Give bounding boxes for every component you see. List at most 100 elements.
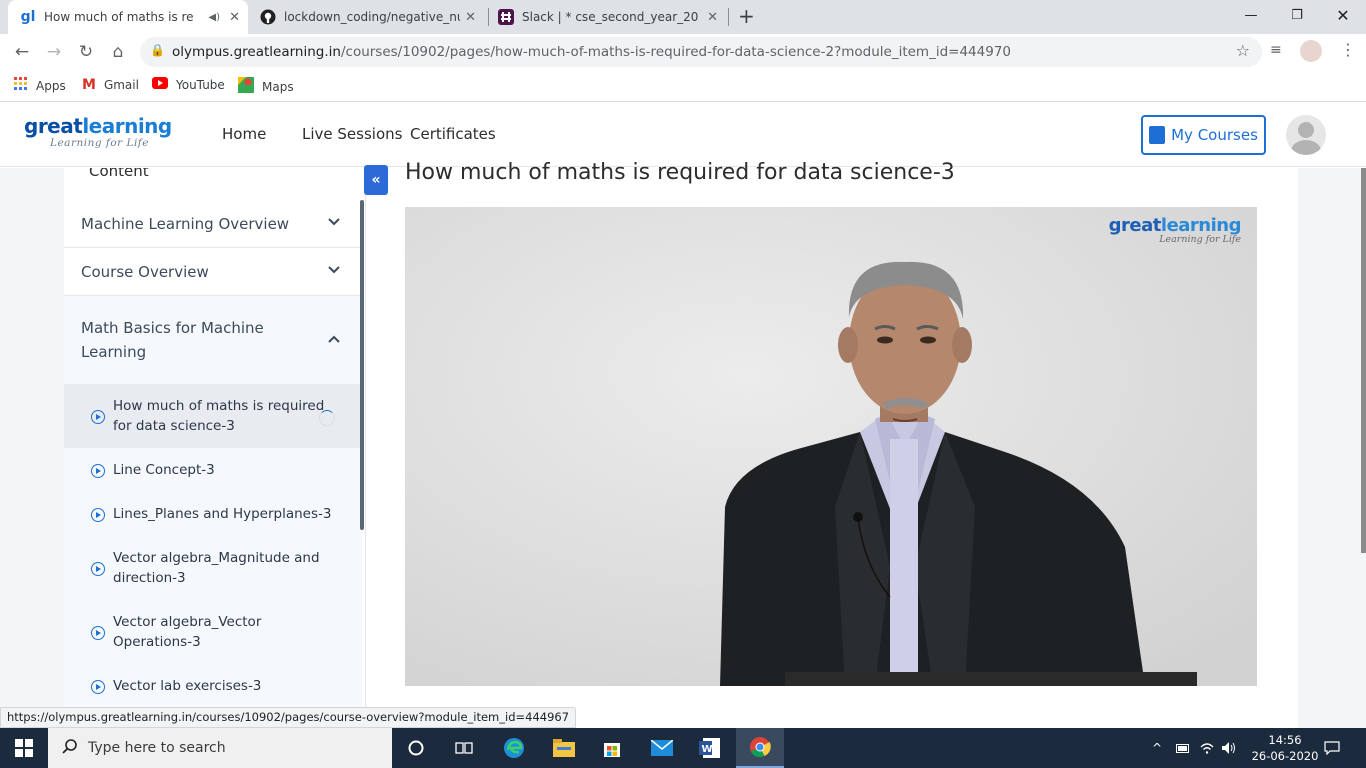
tab-separator xyxy=(488,8,489,26)
collapse-sidebar-button[interactable]: « xyxy=(364,165,388,195)
url-text: olympus.greatlearning.in/courses/10902/p… xyxy=(172,44,1011,60)
lesson-label: Vector lab exercises-3 xyxy=(113,678,262,694)
tray-chevron-icon[interactable]: ^ xyxy=(1152,728,1162,768)
tab-greatlearning[interactable]: gl How much of maths is requir ◀) ✕ xyxy=(8,0,248,34)
nav-certificates[interactable]: Certificates xyxy=(410,125,496,143)
play-circle-icon xyxy=(91,680,105,694)
cortana-icon[interactable] xyxy=(392,728,440,768)
reload-icon[interactable]: ↻ xyxy=(74,40,98,64)
bookmark-youtube[interactable]: YouTube xyxy=(152,77,225,92)
tab-slack[interactable]: Slack | * cse_second_year_2019_2 ✕ xyxy=(494,0,726,34)
link-status-bar: https://olympus.greatlearning.in/courses… xyxy=(0,707,577,728)
lesson-item[interactable]: Vector algebra_Vector Operations-3 xyxy=(64,600,362,664)
greatlearning-logo[interactable]: greatlearning Learning for Life xyxy=(24,115,172,149)
sidebar-scrollbar[interactable] xyxy=(360,200,364,530)
page-scrollbar[interactable] xyxy=(1361,168,1366,553)
lock-icon[interactable]: 🔒 xyxy=(150,43,165,57)
mail-icon[interactable] xyxy=(638,728,686,768)
lesson-label: Lines_Planes and Hyperplanes-3 xyxy=(113,506,332,522)
media-queue-icon[interactable]: ≡ xyxy=(1270,42,1282,58)
tab-github[interactable]: lockdown_coding/negative_num ✕ xyxy=(256,0,484,34)
github-icon xyxy=(260,9,276,25)
play-circle-icon xyxy=(91,464,105,478)
restore-icon[interactable]: ❐ xyxy=(1274,0,1320,30)
menu-dots-icon[interactable]: ⋮ xyxy=(1340,40,1356,59)
chevron-down-icon[interactable] xyxy=(328,263,340,277)
play-circle-icon xyxy=(91,508,105,522)
profile-avatar[interactable] xyxy=(1300,40,1322,62)
word-icon[interactable]: W xyxy=(686,728,734,768)
section-course-overview[interactable]: Course Overview xyxy=(64,248,362,296)
section-label: Math Basics for Machine Learning xyxy=(81,319,264,361)
minimize-icon[interactable]: — xyxy=(1228,0,1274,30)
book-icon xyxy=(1149,126,1166,144)
bookmark-label: YouTube xyxy=(176,77,225,92)
tab-title: Slack | * cse_second_year_2019_2 xyxy=(522,10,698,24)
close-tab-icon[interactable]: ✕ xyxy=(707,10,718,25)
notifications-icon[interactable] xyxy=(1324,728,1340,768)
user-avatar[interactable] xyxy=(1286,115,1326,155)
bookmark-label: Maps xyxy=(262,79,294,94)
maps-icon xyxy=(238,77,254,96)
video-player[interactable]: greatlearning Learning for Life xyxy=(405,207,1257,686)
tab-separator xyxy=(728,8,729,26)
section-math-basics[interactable]: Math Basics for Machine Learning xyxy=(64,296,362,384)
course-sidebar: Content Machine Learning Overview Course… xyxy=(64,168,366,728)
chrome-icon[interactable] xyxy=(736,728,784,768)
bookmark-maps[interactable]: Maps xyxy=(238,77,294,96)
new-tab-icon[interactable]: + xyxy=(738,4,755,28)
store-icon[interactable] xyxy=(588,728,636,768)
back-icon[interactable]: ← xyxy=(10,40,34,64)
lesson-item[interactable]: How much of maths is required for data s… xyxy=(64,384,362,448)
close-tab-icon[interactable]: ✕ xyxy=(465,10,476,25)
speaker-icon[interactable]: ◀) xyxy=(208,12,220,23)
logo-tagline: Learning for Life xyxy=(50,137,149,149)
my-courses-button[interactable]: My Courses xyxy=(1141,115,1266,155)
lesson-label: Vector algebra_Vector Operations-3 xyxy=(113,614,262,650)
windows-taskbar: Type here to search W ^ 14:56 26-06-2020 xyxy=(0,728,1366,768)
bookmark-star-icon[interactable]: ☆ xyxy=(1236,41,1250,60)
bookmark-label: Gmail xyxy=(103,78,139,92)
watermark-learning: learning xyxy=(1160,215,1242,236)
volume-icon[interactable] xyxy=(1222,728,1238,768)
battery-icon[interactable] xyxy=(1176,728,1190,768)
page-title: How much of maths is required for data s… xyxy=(405,160,955,185)
taskbar-search-box[interactable]: Type here to search xyxy=(48,728,392,768)
close-window-icon[interactable]: ✕ xyxy=(1320,0,1366,30)
section-machine-learning-overview[interactable]: Machine Learning Overview xyxy=(64,200,362,248)
lesson-item[interactable]: Lines_Planes and Hyperplanes-3 xyxy=(64,492,362,536)
bookmark-gmail[interactable]: M Gmail xyxy=(82,77,139,93)
bookmark-apps[interactable]: Apps xyxy=(14,77,66,94)
chevron-down-icon[interactable] xyxy=(328,215,340,229)
nav-home[interactable]: Home xyxy=(222,125,266,143)
edge-icon[interactable] xyxy=(490,728,538,768)
svg-text:W: W xyxy=(702,744,713,755)
section-label: Course Overview xyxy=(81,263,209,281)
chevron-up-icon[interactable] xyxy=(328,332,340,346)
lesson-item[interactable]: Line Concept-3 xyxy=(64,448,362,492)
play-circle-icon xyxy=(91,410,105,424)
lesson-label: Line Concept-3 xyxy=(113,462,215,478)
lesson-label: How much of maths is required for data s… xyxy=(113,398,325,434)
clock-date: 26-06-2020 xyxy=(1251,749,1319,763)
nav-live-sessions[interactable]: Live Sessions xyxy=(302,125,402,143)
task-view-icon[interactable] xyxy=(440,728,488,768)
windows-start-icon[interactable] xyxy=(0,728,48,768)
file-explorer-icon[interactable] xyxy=(540,728,588,768)
gmail-icon: M xyxy=(82,77,96,93)
forward-icon[interactable]: → xyxy=(42,40,66,64)
clock-time: 14:56 xyxy=(1268,733,1302,747)
taskbar-clock[interactable]: 14:56 26-06-2020 xyxy=(1250,732,1320,764)
lesson-item[interactable]: Vector algebra_Magnitude and direction-3 xyxy=(64,536,362,600)
home-icon[interactable]: ⌂ xyxy=(106,40,130,64)
close-tab-icon[interactable]: ✕ xyxy=(229,10,240,25)
lesson-label: Vector algebra_Magnitude and direction-3 xyxy=(113,550,320,586)
site-header: greatlearning Learning for Life Home Liv… xyxy=(0,103,1366,167)
gl-favicon: gl xyxy=(20,9,36,25)
url-domain: olympus.greatlearning.in xyxy=(172,44,341,60)
wifi-icon[interactable] xyxy=(1200,728,1214,768)
search-placeholder: Type here to search xyxy=(88,740,226,756)
address-bar[interactable]: 🔒 olympus.greatlearning.in/courses/10902… xyxy=(140,37,1262,67)
watermark-great: great xyxy=(1108,215,1162,236)
youtube-icon xyxy=(152,77,168,92)
